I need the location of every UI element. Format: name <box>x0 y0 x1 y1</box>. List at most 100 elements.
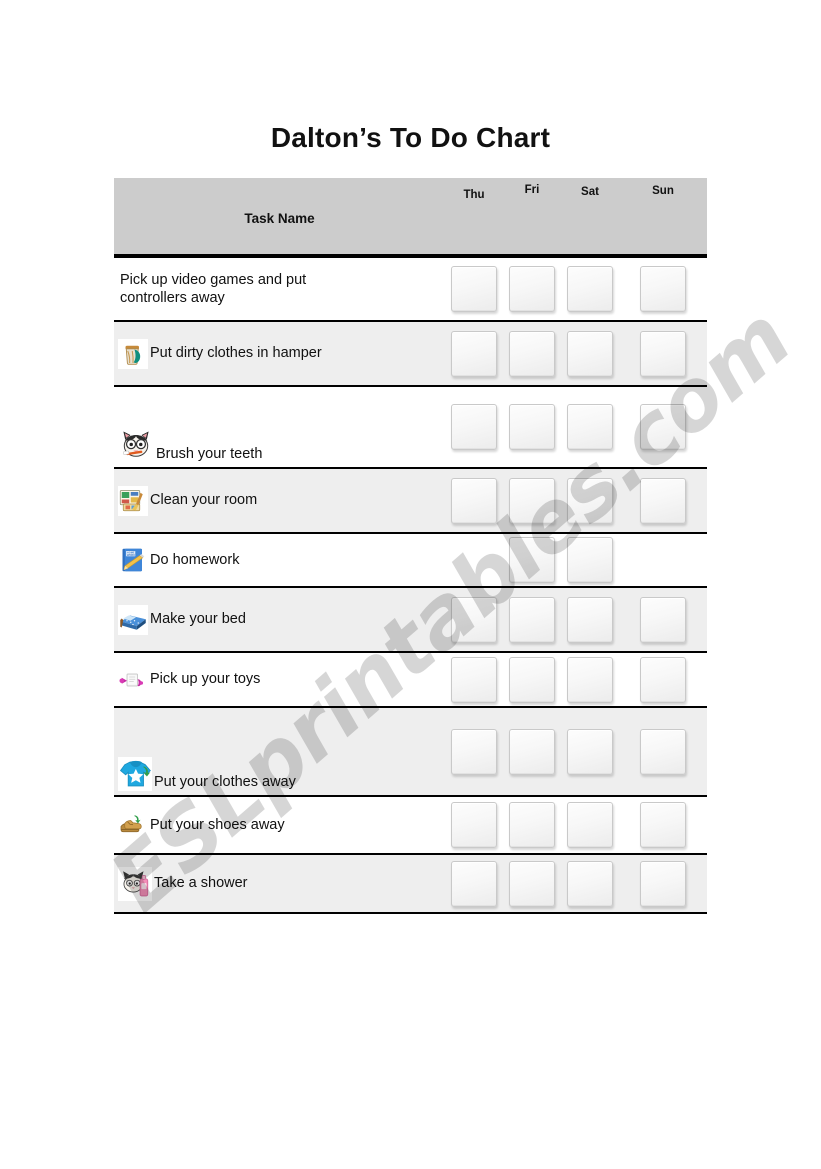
task-checkbox[interactable] <box>567 477 613 524</box>
cat-shower-icon <box>118 866 152 901</box>
table-row: Put your clothes away <box>114 707 707 796</box>
task-label: Take a shower <box>154 875 248 892</box>
task-checkbox[interactable] <box>640 404 686 450</box>
task-checkbox[interactable] <box>567 266 613 312</box>
task-checkbox[interactable] <box>640 477 686 524</box>
cat-toothbrush-icon <box>118 427 154 463</box>
table-row: Take a shower <box>114 854 707 913</box>
checkbox-cell-thu[interactable] <box>445 796 503 854</box>
task-checkbox[interactable] <box>451 656 497 703</box>
task-checkbox[interactable] <box>640 860 686 907</box>
task-checkbox[interactable] <box>451 596 497 643</box>
task-checkbox[interactable] <box>640 802 686 848</box>
task-cell: Put dirty clothes in hamper <box>114 321 445 386</box>
checkbox-cell-sun[interactable] <box>619 587 707 652</box>
task-checkbox[interactable] <box>567 656 613 703</box>
task-checkbox[interactable] <box>509 404 555 450</box>
task-checkbox[interactable] <box>567 802 613 848</box>
checkbox-cell-sat[interactable] <box>561 707 619 796</box>
checkbox-cell-thu[interactable] <box>445 854 503 913</box>
task-checkbox[interactable] <box>640 656 686 703</box>
checkbox-cell-fri[interactable] <box>503 796 561 854</box>
checkbox-cell-fri[interactable] <box>503 854 561 913</box>
homework-book-icon: HOME WORK <box>118 545 148 575</box>
checkbox-cell-thu[interactable] <box>445 257 503 321</box>
checkbox-cell-sat[interactable] <box>561 386 619 468</box>
checkbox-cell-fri[interactable] <box>503 468 561 533</box>
task-checkbox[interactable] <box>509 728 555 775</box>
checkbox-cell-fri[interactable] <box>503 257 561 321</box>
task-checkbox[interactable] <box>451 802 497 848</box>
task-label: Do homework <box>150 551 240 568</box>
checkbox-cell-fri[interactable] <box>503 707 561 796</box>
checkbox-cell-thu[interactable] <box>445 707 503 796</box>
day-label-sun: Sun <box>652 185 674 197</box>
task-checkbox[interactable] <box>567 537 613 583</box>
header-cell-day-fri: Fri <box>503 178 561 254</box>
checkbox-cell-sat[interactable] <box>561 796 619 854</box>
checkbox-cell-thu[interactable] <box>445 468 503 533</box>
task-checkbox[interactable] <box>509 330 555 377</box>
task-checkbox[interactable] <box>640 266 686 312</box>
checkbox-cell-sun[interactable] <box>619 707 707 796</box>
header-cell-day-sat: Sat <box>561 178 619 254</box>
task-checkbox[interactable] <box>509 860 555 907</box>
task-cell: Take a shower <box>114 854 445 913</box>
checkbox-cell-sat[interactable] <box>561 533 619 587</box>
task-label: Clean your room <box>150 492 258 509</box>
task-checkbox[interactable] <box>451 266 497 312</box>
table-row: Put dirty clothes in hamper <box>114 321 707 386</box>
cleaning-supplies-icon <box>118 485 148 516</box>
task-label: Make your bed <box>150 611 246 628</box>
checkbox-cell-sun[interactable] <box>619 796 707 854</box>
task-checkbox[interactable] <box>509 266 555 312</box>
task-name-header-label: Task Name <box>244 211 315 226</box>
checkbox-cell-thu[interactable] <box>445 652 503 707</box>
checkbox-cell-fri[interactable] <box>503 533 561 587</box>
checkbox-cell-sat[interactable] <box>561 321 619 386</box>
task-checkbox[interactable] <box>567 330 613 377</box>
checkbox-cell-sat[interactable] <box>561 587 619 652</box>
task-checkbox[interactable] <box>640 596 686 643</box>
checkbox-cell-sun[interactable] <box>619 257 707 321</box>
task-checkbox[interactable] <box>451 728 497 775</box>
checkbox-cell-sat[interactable] <box>561 854 619 913</box>
task-checkbox[interactable] <box>509 537 555 583</box>
task-checkbox[interactable] <box>509 802 555 848</box>
task-label: Brush your teeth <box>156 445 263 462</box>
checkbox-cell-sun[interactable] <box>619 386 707 468</box>
checkbox-cell-sun[interactable] <box>619 652 707 707</box>
checkbox-cell-thu[interactable] <box>445 587 503 652</box>
checkbox-cell-thu[interactable] <box>445 386 503 468</box>
task-checkbox[interactable] <box>509 596 555 643</box>
task-label: Pick up your toys <box>150 671 261 688</box>
task-checkbox[interactable] <box>451 330 497 377</box>
task-cell: Clean your room <box>114 468 445 533</box>
checkbox-cell-sun[interactable] <box>619 468 707 533</box>
hamper-icon <box>118 338 148 369</box>
header-cell-task-name: Task Name <box>114 178 445 254</box>
checkbox-cell-sun[interactable] <box>619 854 707 913</box>
task-checkbox[interactable] <box>451 860 497 907</box>
day-label-sat: Sat <box>581 186 599 198</box>
task-checkbox[interactable] <box>567 596 613 643</box>
task-checkbox[interactable] <box>567 728 613 775</box>
task-checkbox[interactable] <box>640 728 686 775</box>
task-checkbox[interactable] <box>509 477 555 524</box>
checkbox-cell-sat[interactable] <box>561 257 619 321</box>
checkbox-cell-sat[interactable] <box>561 468 619 533</box>
task-checkbox[interactable] <box>567 860 613 907</box>
task-checkbox[interactable] <box>567 404 613 450</box>
task-checkbox[interactable] <box>451 404 497 450</box>
checkbox-cell-sun[interactable] <box>619 321 707 386</box>
task-checkbox[interactable] <box>451 477 497 524</box>
task-checkbox[interactable] <box>640 330 686 377</box>
checkbox-cell-thu[interactable] <box>445 321 503 386</box>
checkbox-cell-fri[interactable] <box>503 587 561 652</box>
table-row: Make your bed <box>114 587 707 652</box>
checkbox-cell-fri[interactable] <box>503 321 561 386</box>
checkbox-cell-fri[interactable] <box>503 386 561 468</box>
checkbox-cell-sat[interactable] <box>561 652 619 707</box>
task-checkbox[interactable] <box>509 656 555 703</box>
checkbox-cell-fri[interactable] <box>503 652 561 707</box>
